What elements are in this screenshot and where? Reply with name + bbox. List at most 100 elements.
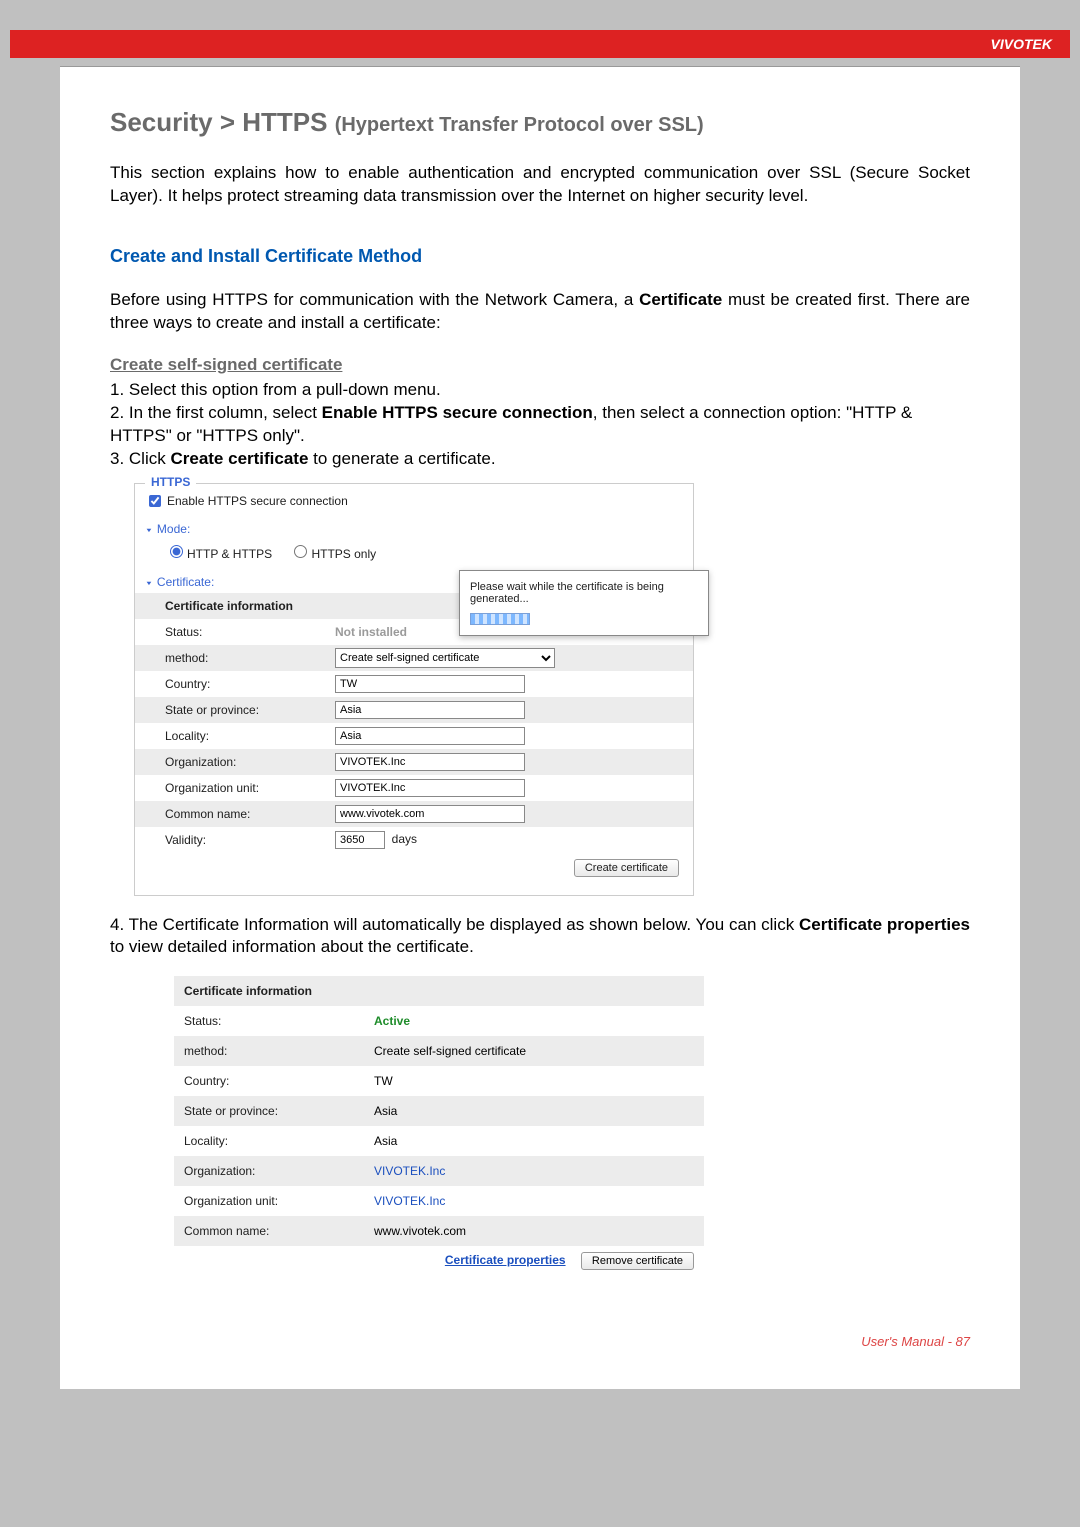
cert-info-panel: Certificate information Status: Active m… [174,976,704,1276]
method-select[interactable]: Create self-signed certificate [335,648,555,668]
unit-label: Organization unit: [165,781,335,795]
country-input[interactable] [335,675,525,693]
unit2-value: VIVOTEK.Inc [374,1194,445,1208]
generating-overlay: Please wait while the certificate is bei… [459,570,709,636]
step3-a: 3. Click [110,449,170,468]
step-1: 1. Select this option from a pull-down m… [110,379,970,402]
intro-paragraph: This section explains how to enable auth… [110,162,970,208]
create-certificate-button[interactable]: Create certificate [574,859,679,877]
before-text-a: Before using HTTPS for communication wit… [110,290,639,309]
fieldset-legend: HTTPS [145,475,196,489]
subhead-self-signed: Create self-signed certificate [110,355,970,375]
brand-bar: VIVOTEK [10,30,1070,58]
country2-label: Country: [184,1074,374,1088]
locality-input[interactable] [335,727,525,745]
mode-opt1-label: HTTP & HTTPS [187,547,272,561]
https-config-panel: HTTPS Enable HTTPS secure connection Mod… [134,483,694,896]
country2-value: TW [374,1074,393,1088]
locality2-label: Locality: [184,1134,374,1148]
row-common-name: Common name: [135,801,693,827]
org-label: Organization: [165,755,335,769]
step3-b: to generate a certificate. [308,449,495,468]
step3-bold: Create certificate [170,449,308,468]
title-sub: (Hypertext Transfer Protocol over SSL) [335,114,704,136]
state-label: State or province: [165,703,335,717]
row2-organization: Organization: VIVOTEK.Inc [174,1156,704,1186]
method2-value: Create self-signed certificate [374,1044,526,1058]
row-org-unit: Organization unit: [135,775,693,801]
mode-options: HTTP & HTTPS HTTPS only [135,540,693,567]
step2-bold: Enable HTTPS secure connection [322,403,593,422]
row2-common-name: Common name: www.vivotek.com [174,1216,704,1246]
certificate-properties-link[interactable]: Certificate properties [445,1253,566,1267]
mode-opt-https-only[interactable]: HTTPS only [289,547,376,561]
cn2-label: Common name: [184,1224,374,1238]
step-3: 3. Click Create certificate to generate … [110,448,970,471]
cert-info-header-2: Certificate information [174,976,704,1006]
validity-input[interactable] [335,831,385,849]
row2-state: State or province: Asia [174,1096,704,1126]
status-label: Status: [165,625,335,639]
cn-input[interactable] [335,805,525,823]
section-heading: Create and Install Certificate Method [110,246,970,267]
unit2-label: Organization unit: [184,1194,374,1208]
step-2: 2. In the first column, select Enable HT… [110,402,970,448]
cert-info-header-2-label: Certificate information [184,984,374,998]
validity-unit: days [392,832,417,846]
step4-bold: Certificate properties [799,915,970,934]
page-footer: User's Manual - 87 [110,1334,970,1349]
step2-a: 2. In the first column, select [110,403,322,422]
cn-label: Common name: [165,807,335,821]
step4-b: to view detailed information about the c… [110,937,474,956]
mode-opt2-label: HTTPS only [311,547,376,561]
header-rule [60,66,1020,67]
mode-radio-2[interactable] [294,545,307,558]
state2-label: State or province: [184,1104,374,1118]
enable-https-label: Enable HTTPS secure connection [167,494,348,508]
row-organization: Organization: [135,749,693,775]
row-state: State or province: [135,697,693,723]
row-locality: Locality: [135,723,693,749]
overlay-text: Please wait while the certificate is bei… [470,581,698,605]
unit-input[interactable] [335,779,525,797]
state-input[interactable] [335,701,525,719]
method2-label: method: [184,1044,374,1058]
country-label: Country: [165,677,335,691]
enable-https-checkbox[interactable] [149,495,161,507]
row2-country: Country: TW [174,1066,704,1096]
status2-value: Active [374,1014,410,1028]
brand-bar-wrapper: VIVOTEK [60,30,1020,66]
mode-section-label[interactable]: Mode: [135,514,693,540]
validity-label: Validity: [165,833,335,847]
mode-opt-http-https[interactable]: HTTP & HTTPS [165,547,272,561]
org-input[interactable] [335,753,525,771]
status-value: Not installed [335,625,407,639]
title-main: Security > HTTPS [110,107,335,137]
before-bold: Certificate [639,290,722,309]
row-country: Country: [135,671,693,697]
cert-actions-row: Certificate properties Remove certificat… [174,1246,704,1276]
progress-bar [470,613,530,625]
create-button-row: Create certificate [135,853,693,877]
locality2-value: Asia [374,1134,397,1148]
step4-a: 4. The Certificate Information will auto… [110,915,799,934]
method-value: Create self-signed certificate [335,648,555,668]
state2-value: Asia [374,1104,397,1118]
status2-label: Status: [184,1014,374,1028]
cert-info-table-2: Certificate information Status: Active m… [174,976,704,1246]
row2-status: Status: Active [174,1006,704,1036]
row-method: method: Create self-signed certificate [135,645,693,671]
remove-certificate-button[interactable]: Remove certificate [581,1252,694,1270]
document-page: VIVOTEK Security > HTTPS (Hypertext Tran… [60,30,1020,1389]
step-4: 4. The Certificate Information will auto… [110,914,970,960]
page-title: Security > HTTPS (Hypertext Transfer Pro… [110,107,970,138]
mode-radio-1[interactable] [170,545,183,558]
org2-label: Organization: [184,1164,374,1178]
row-validity: Validity: days [135,827,693,853]
before-paragraph: Before using HTTPS for communication wit… [110,289,970,335]
cert-info-header-label: Certificate information [165,599,335,613]
org2-value: VIVOTEK.Inc [374,1164,445,1178]
method-label: method: [165,651,335,665]
enable-https-row: Enable HTTPS secure connection [135,488,693,514]
row2-method: method: Create self-signed certificate [174,1036,704,1066]
